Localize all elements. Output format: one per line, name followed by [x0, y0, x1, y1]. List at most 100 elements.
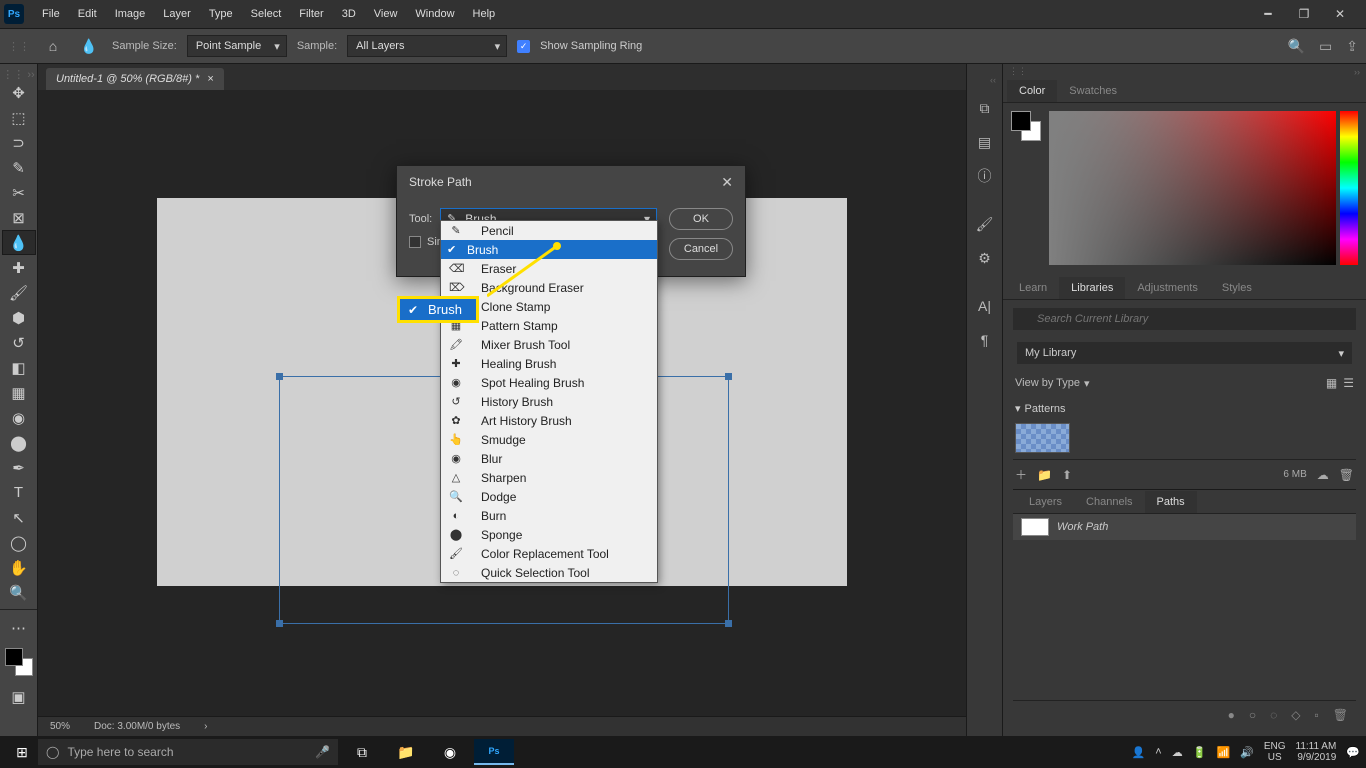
pattern-thumbnail[interactable]: [1015, 423, 1070, 453]
tool-option-smudge[interactable]: 👆Smudge: [441, 430, 657, 449]
zoom-level[interactable]: 50%: [50, 721, 70, 732]
sample-dropdown[interactable]: All Layers: [347, 35, 507, 57]
history-brush-tool[interactable]: ↺: [2, 330, 36, 355]
brush-tool[interactable]: 🖌: [2, 280, 36, 305]
marquee-tool[interactable]: ⬚: [2, 105, 36, 130]
doc-info[interactable]: Doc: 3.00M/0 bytes: [94, 721, 180, 732]
simulate-pressure-checkbox[interactable]: [409, 236, 421, 248]
hue-slider[interactable]: [1340, 111, 1358, 265]
status-chevron-icon[interactable]: ›: [204, 721, 207, 732]
tool-option-eraser[interactable]: ⌫Eraser: [441, 259, 657, 278]
dialog-close-icon[interactable]: ✕: [721, 174, 733, 191]
task-view-icon[interactable]: ⧉: [342, 739, 382, 765]
tool-option-mixer-brush-tool[interactable]: 🖍Mixer Brush Tool: [441, 335, 657, 354]
menu-edit[interactable]: Edit: [70, 4, 105, 24]
menu-window[interactable]: Window: [407, 4, 462, 24]
type-tool[interactable]: T: [2, 480, 36, 505]
library-search-input[interactable]: [1013, 308, 1356, 330]
tab-libraries[interactable]: Libraries: [1059, 277, 1125, 299]
blur-tool[interactable]: ◉: [2, 405, 36, 430]
selection-icon[interactable]: ◌: [1270, 708, 1277, 722]
menu-image[interactable]: Image: [107, 4, 154, 24]
stamp-tool[interactable]: ⬢: [2, 305, 36, 330]
eraser-tool[interactable]: ◧: [2, 355, 36, 380]
battery-icon[interactable]: 🔋: [1193, 746, 1207, 759]
eyedropper-tool[interactable]: 💧: [2, 230, 36, 255]
anchor-point[interactable]: [276, 373, 283, 380]
fill-path-icon[interactable]: ●: [1228, 708, 1235, 722]
work-path-row[interactable]: Work Path: [1013, 514, 1356, 540]
close-button[interactable]: ✕: [1328, 7, 1352, 21]
cloud-icon[interactable]: ☁: [1317, 468, 1329, 482]
menu-file[interactable]: File: [34, 4, 68, 24]
quick-mask[interactable]: ▣: [2, 684, 36, 709]
wifi-icon[interactable]: 📶: [1216, 746, 1230, 759]
tab-swatches[interactable]: Swatches: [1057, 80, 1129, 102]
tools-grip[interactable]: ⋮⋮ ››: [0, 70, 37, 78]
lasso-tool[interactable]: ⊃: [2, 130, 36, 155]
character-icon[interactable]: A|: [967, 292, 1002, 320]
adjustments-icon[interactable]: ⚙: [967, 244, 1002, 272]
trash-icon[interactable]: 🗑: [1339, 468, 1354, 482]
info-icon[interactable]: ⓘ: [967, 162, 1002, 190]
new-path-icon[interactable]: ▫: [1315, 708, 1319, 722]
upload-icon[interactable]: ⬆: [1062, 468, 1072, 482]
view-by-label[interactable]: View by Type: [1015, 377, 1080, 389]
path-select-tool[interactable]: ↖: [2, 505, 36, 530]
eyedropper-icon[interactable]: 💧: [76, 34, 102, 58]
tool-option-quick-selection-tool[interactable]: ◌Quick Selection Tool: [441, 563, 657, 582]
folder-icon[interactable]: 📁: [1037, 468, 1052, 482]
color-swatches[interactable]: [5, 648, 33, 676]
grid-view-icon[interactable]: ▦: [1326, 376, 1337, 390]
chrome-icon[interactable]: ◉: [430, 739, 470, 765]
delete-path-icon[interactable]: 🗑: [1333, 708, 1348, 722]
workspace-icon[interactable]: ▭: [1319, 38, 1332, 55]
sample-size-dropdown[interactable]: Point Sample: [187, 35, 287, 57]
crop-tool[interactable]: ✂: [2, 180, 36, 205]
zoom-tool[interactable]: 🔍: [2, 580, 36, 605]
minimize-button[interactable]: ━: [1256, 7, 1280, 21]
brush-settings-icon[interactable]: 🖌: [967, 210, 1002, 238]
tool-option-sponge[interactable]: ⬤Sponge: [441, 525, 657, 544]
tab-color[interactable]: Color: [1007, 80, 1057, 102]
language-indicator[interactable]: ENGUS: [1264, 741, 1286, 763]
menu-view[interactable]: View: [366, 4, 406, 24]
mask-icon[interactable]: ◇: [1291, 708, 1300, 722]
dodge-tool[interactable]: ⬤: [2, 430, 36, 455]
tab-paths[interactable]: Paths: [1145, 491, 1197, 513]
search-icon[interactable]: 🔍: [1288, 38, 1305, 55]
close-tab-icon[interactable]: ×: [207, 73, 213, 85]
paragraph-icon[interactable]: ¶: [967, 326, 1002, 354]
menu-help[interactable]: Help: [465, 4, 504, 24]
start-button[interactable]: ⊞: [6, 744, 38, 761]
move-tool[interactable]: ✥: [2, 80, 36, 105]
add-icon[interactable]: ＋: [1015, 466, 1027, 483]
menu-type[interactable]: Type: [201, 4, 241, 24]
tab-layers[interactable]: Layers: [1017, 491, 1074, 513]
clock[interactable]: 11:11 AM9/9/2019: [1296, 741, 1337, 763]
handle-grip[interactable]: ⋮⋮: [8, 40, 30, 53]
library-select[interactable]: My Library: [1017, 342, 1352, 364]
menu-select[interactable]: Select: [243, 4, 290, 24]
restore-button[interactable]: ❐: [1292, 7, 1316, 21]
tool-option-history-brush[interactable]: ↺History Brush: [441, 392, 657, 411]
show-ring-checkbox[interactable]: ✓: [517, 40, 530, 53]
tool-option-clone-stamp[interactable]: ⬢Clone Stamp: [441, 297, 657, 316]
frame-tool[interactable]: ⊠: [2, 205, 36, 230]
people-icon[interactable]: 👤: [1132, 746, 1146, 759]
taskbar-search[interactable]: ◯ Type here to search 🎤: [38, 739, 338, 765]
quick-select-tool[interactable]: ✎: [2, 155, 36, 180]
pen-tool[interactable]: ✒: [2, 455, 36, 480]
cancel-button[interactable]: Cancel: [669, 238, 733, 260]
tool-option-spot-healing-brush[interactable]: ◉Spot Healing Brush: [441, 373, 657, 392]
tool-option-color-replacement-tool[interactable]: 🖌Color Replacement Tool: [441, 544, 657, 563]
tool-option-healing-brush[interactable]: ✚Healing Brush: [441, 354, 657, 373]
menu-layer[interactable]: Layer: [155, 4, 199, 24]
tool-option-pencil[interactable]: ✎Pencil: [441, 221, 657, 240]
volume-icon[interactable]: 🔊: [1240, 746, 1254, 759]
tab-adjustments[interactable]: Adjustments: [1125, 277, 1210, 299]
anchor-point[interactable]: [725, 373, 732, 380]
tab-learn[interactable]: Learn: [1007, 277, 1059, 299]
explorer-icon[interactable]: 📁: [386, 739, 426, 765]
tool-option-blur[interactable]: ◉Blur: [441, 449, 657, 468]
